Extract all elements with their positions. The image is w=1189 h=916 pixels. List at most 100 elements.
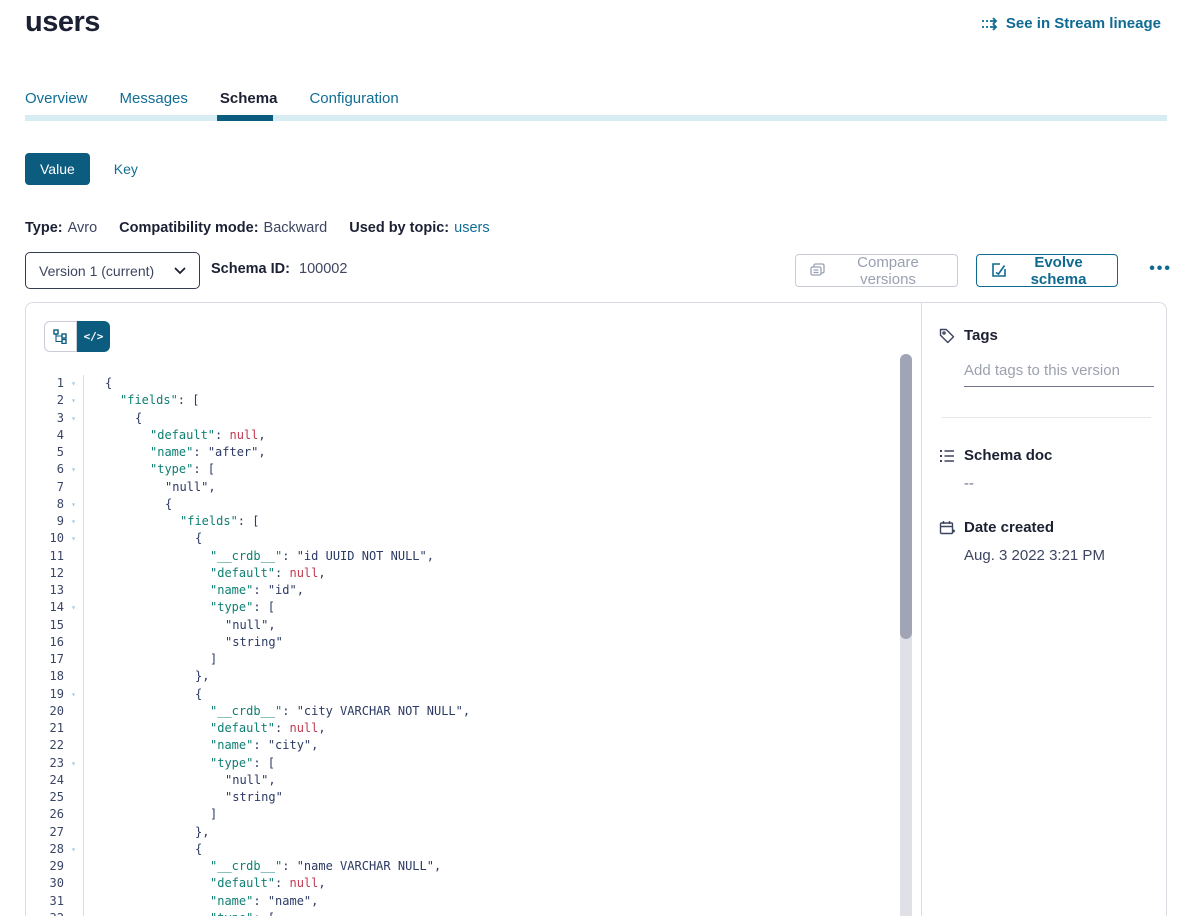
collapse-arrow-icon[interactable]: ▾ bbox=[64, 410, 83, 427]
code-line: 14▾"type": [ bbox=[26, 599, 900, 616]
code-text: "type": [ bbox=[83, 461, 900, 478]
see-in-stream-lineage-link[interactable]: See in Stream lineage bbox=[982, 15, 1161, 32]
collapse-arrow-icon[interactable]: ▾ bbox=[64, 375, 83, 392]
code-line: 16"string" bbox=[26, 634, 900, 651]
code-text: "string" bbox=[83, 789, 900, 806]
code-line: 5 "name": "after", bbox=[26, 444, 900, 461]
collapse-arrow-placeholder bbox=[64, 444, 83, 461]
collapse-arrow-icon[interactable]: ▾ bbox=[64, 513, 83, 530]
collapse-arrow-icon[interactable]: ▾ bbox=[64, 841, 83, 858]
line-number: 18 bbox=[26, 668, 64, 685]
more-options-button[interactable]: ••• bbox=[1149, 260, 1172, 278]
collapse-arrow-icon[interactable]: ▾ bbox=[64, 686, 83, 703]
code-text: "type": [ bbox=[83, 599, 900, 616]
collapse-arrow-placeholder bbox=[64, 582, 83, 599]
schema-meta-row: Type: Avro Compatibility mode: Backward … bbox=[25, 220, 512, 236]
line-number: 29 bbox=[26, 858, 64, 875]
code-text: "fields": [ bbox=[83, 392, 900, 409]
line-number: 23 bbox=[26, 755, 64, 772]
key-tab-button[interactable]: Key bbox=[114, 161, 138, 177]
code-line: 25"string" bbox=[26, 789, 900, 806]
collapse-arrow-icon[interactable]: ▾ bbox=[64, 599, 83, 616]
schema-doc-title: Schema doc bbox=[964, 447, 1052, 464]
code-text: "type": [ bbox=[83, 755, 900, 772]
topic-link[interactable]: users bbox=[454, 220, 489, 236]
add-tags-input[interactable] bbox=[964, 360, 1154, 387]
code-line: 12 "default": null, bbox=[26, 565, 900, 582]
code-line: 30 "default": null, bbox=[26, 875, 900, 892]
code-line: 9▾"fields": [ bbox=[26, 513, 900, 530]
collapse-arrow-icon[interactable]: ▾ bbox=[64, 530, 83, 547]
tab-configuration[interactable]: Configuration bbox=[309, 90, 398, 107]
scrollbar-track[interactable] bbox=[900, 354, 912, 916]
collapse-arrow-icon[interactable]: ▾ bbox=[64, 496, 83, 513]
code-line: 11"__crdb__": "id UUID NOT NULL", bbox=[26, 548, 900, 565]
tab-underline-track bbox=[25, 115, 1167, 121]
code-text: "name": "city", bbox=[83, 737, 900, 754]
collapse-arrow-placeholder bbox=[64, 789, 83, 806]
compare-versions-button[interactable]: Compare versions bbox=[795, 254, 958, 287]
used-by-topic-label: Used by topic: bbox=[349, 220, 449, 236]
tab-schema[interactable]: Schema bbox=[220, 90, 278, 107]
gutter-separator bbox=[83, 375, 84, 916]
active-tab-indicator bbox=[217, 115, 273, 121]
line-number: 22 bbox=[26, 737, 64, 754]
collapse-arrow-icon[interactable]: ▾ bbox=[64, 755, 83, 772]
list-icon bbox=[939, 448, 955, 464]
schema-id-value: 100002 bbox=[299, 261, 347, 277]
value-key-toggle: Value Key bbox=[25, 153, 138, 185]
scrollbar-thumb[interactable] bbox=[900, 354, 912, 639]
collapse-arrow-placeholder bbox=[64, 737, 83, 754]
line-number: 3 bbox=[26, 410, 64, 427]
collapse-arrow-placeholder bbox=[64, 720, 83, 737]
code-text: "name": "after", bbox=[83, 444, 900, 461]
type-value: Avro bbox=[68, 220, 98, 236]
code-line: 13 "name": "id", bbox=[26, 582, 900, 599]
compatibility-value: Backward bbox=[264, 220, 328, 236]
code-text: "type": [ bbox=[83, 910, 900, 916]
sidebar-divider bbox=[942, 417, 1151, 418]
code-line: 10▾{ bbox=[26, 530, 900, 547]
collapse-arrow-placeholder bbox=[64, 479, 83, 496]
date-created-section-header: Date created bbox=[939, 519, 1151, 536]
code-text: "default": null, bbox=[83, 565, 900, 582]
code-text: "__crdb__": "city VARCHAR NOT NULL", bbox=[83, 703, 900, 720]
code-text: "default": null, bbox=[83, 875, 900, 892]
code-text: "name": "name", bbox=[83, 893, 900, 910]
collapse-arrow-placeholder bbox=[64, 703, 83, 720]
line-number: 32 bbox=[26, 910, 64, 916]
code-view-button[interactable]: </> bbox=[77, 321, 110, 352]
line-number: 5 bbox=[26, 444, 64, 461]
collapse-arrow-placeholder bbox=[64, 548, 83, 565]
line-number: 13 bbox=[26, 582, 64, 599]
code-text: "fields": [ bbox=[83, 513, 900, 530]
collapse-arrow-placeholder bbox=[64, 617, 83, 634]
line-number: 12 bbox=[26, 565, 64, 582]
collapse-arrow-placeholder bbox=[64, 565, 83, 582]
collapse-arrow-icon[interactable]: ▾ bbox=[64, 461, 83, 478]
collapse-arrow-placeholder bbox=[64, 668, 83, 685]
tab-overview[interactable]: Overview bbox=[25, 90, 88, 107]
line-number: 30 bbox=[26, 875, 64, 892]
collapse-arrow-icon[interactable]: ▾ bbox=[64, 910, 83, 916]
collapse-arrow-icon[interactable]: ▾ bbox=[64, 392, 83, 409]
code-line: 15"null", bbox=[26, 617, 900, 634]
tab-messages[interactable]: Messages bbox=[120, 90, 188, 107]
chevron-down-icon bbox=[174, 267, 186, 275]
version-select[interactable]: Version 1 (current) bbox=[25, 252, 200, 289]
code-text: "name": "id", bbox=[83, 582, 900, 599]
value-tab-button[interactable]: Value bbox=[25, 153, 90, 185]
line-number: 4 bbox=[26, 427, 64, 444]
tree-view-button[interactable] bbox=[44, 321, 77, 352]
line-number: 1 bbox=[26, 375, 64, 392]
evolve-schema-button[interactable]: Evolve schema bbox=[976, 254, 1118, 287]
version-select-value: Version 1 (current) bbox=[39, 263, 154, 279]
date-created-title: Date created bbox=[964, 519, 1054, 536]
line-number: 31 bbox=[26, 893, 64, 910]
code-line: 23▾"type": [ bbox=[26, 755, 900, 772]
code-text: "default": null, bbox=[83, 427, 900, 444]
code-line: 3▾{ bbox=[26, 410, 900, 427]
stream-lineage-label: See in Stream lineage bbox=[1006, 15, 1161, 32]
code-line: 24"null", bbox=[26, 772, 900, 789]
code-line: 31 "name": "name", bbox=[26, 893, 900, 910]
